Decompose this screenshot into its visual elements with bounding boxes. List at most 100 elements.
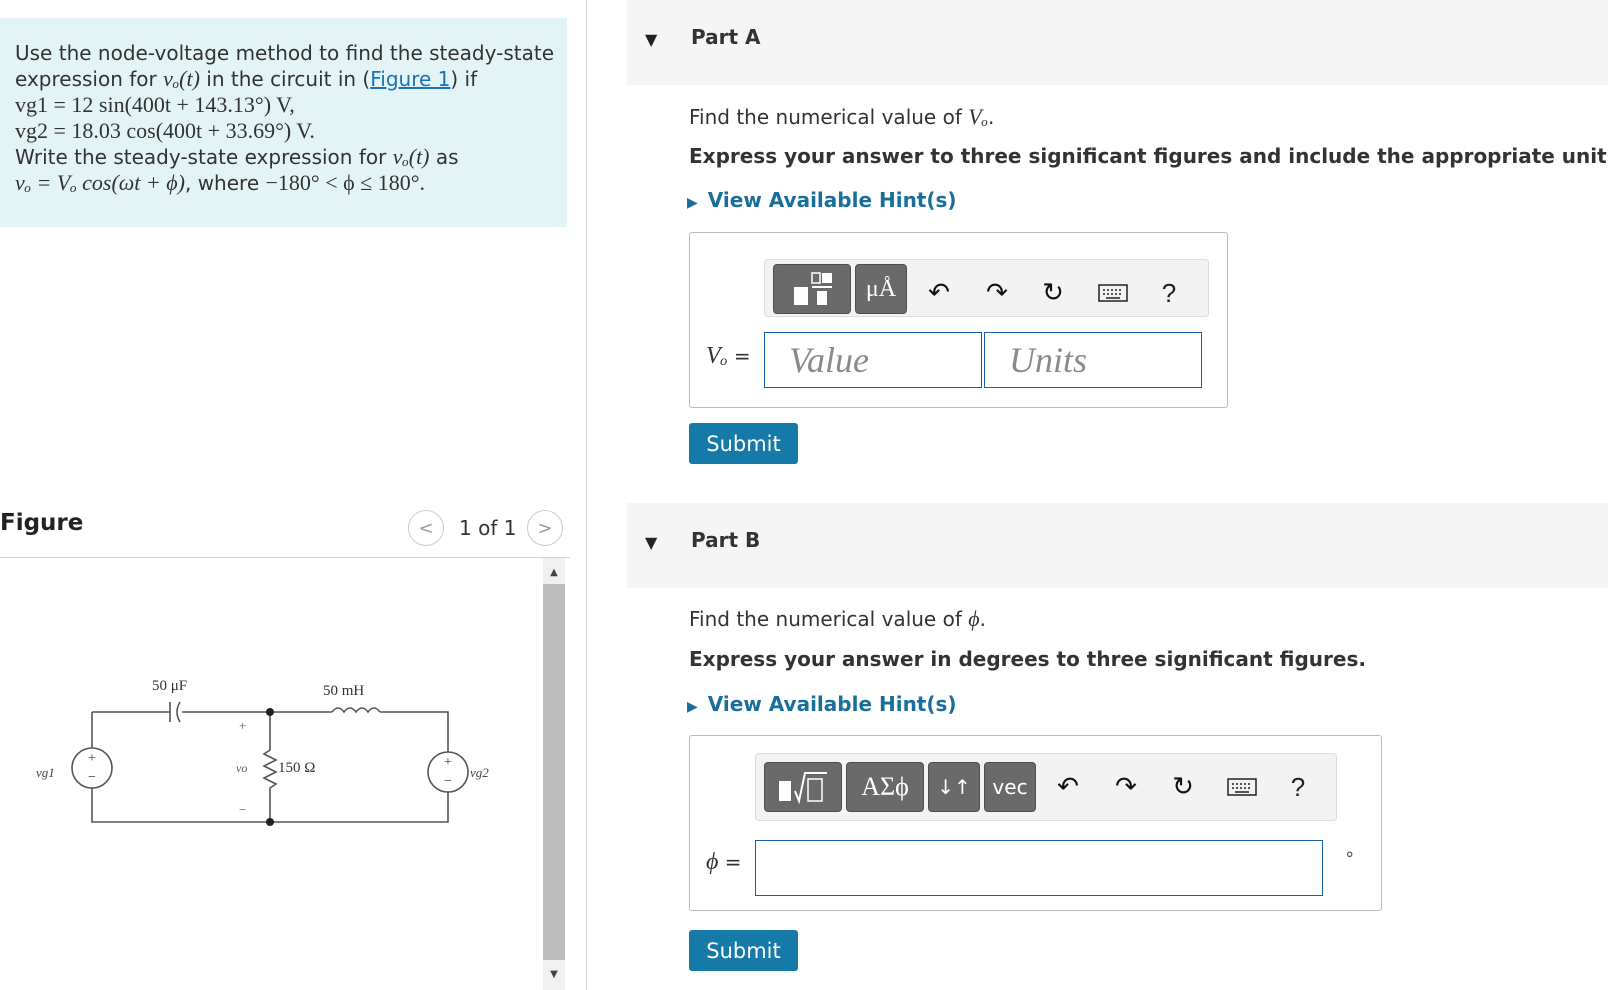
part-b-question-pre: Find the numerical value of [689, 607, 969, 631]
source2-minus: − [444, 774, 452, 789]
phi-range-math: −180° < ϕ ≤ 180°. [265, 170, 426, 195]
vo-field-label: Vₒ = [706, 343, 751, 370]
resistor-label: 150 Ω [278, 760, 315, 776]
phi-field-label-eq: = [718, 850, 742, 874]
problem-line-5-pre: Write the steady-state expression for [15, 145, 393, 169]
part-a-toolbar: μÅ ↶ ↷ ↻ ? [764, 259, 1209, 317]
problem-line-4: vg2 = 18.03 cos(400t + 33.69°) V. [15, 118, 567, 144]
prev-figure-button[interactable]: < [408, 510, 444, 546]
figure-title: Figure [0, 510, 84, 536]
part-b-instruction: Express your answer in degrees to three … [689, 647, 1366, 671]
part-a-submit-button[interactable]: Submit [689, 423, 798, 464]
pane-divider [586, 0, 587, 990]
value-placeholder: Value [789, 340, 869, 380]
source2-label: vg2 [470, 765, 489, 780]
keyboard-icon[interactable] [1093, 270, 1133, 316]
caret-right-icon: ▶ [687, 195, 698, 211]
source2-plus: + [444, 755, 452, 770]
vec-button[interactable]: vec [984, 762, 1036, 812]
chevron-left-icon: < [418, 517, 434, 539]
part-a-answer-box: μÅ ↶ ↷ ↻ ? Vₒ = Value Units [689, 232, 1228, 408]
problem-line-2: expression for vₒ(t) in the circuit in (… [15, 66, 567, 92]
part-a-label: Part A [691, 25, 761, 49]
problem-line-5-post: as [429, 145, 459, 169]
part-a-header[interactable]: ▼ Part A [627, 0, 1608, 85]
part-b-hint-label: View Available Hint(s) [707, 692, 957, 716]
vo-field-label-math: Vₒ [706, 343, 728, 369]
vg2-expression: vg2 = 18.03 cos(400t + 33.69°) V. [15, 118, 315, 143]
degree-unit-suffix: ∘ [1344, 844, 1356, 865]
reset-icon[interactable]: ↻ [1033, 270, 1073, 316]
part-b-hint-link[interactable]: ▶ View Available Hint(s) [687, 692, 957, 716]
part-b-question: Find the numerical value of ϕ. [689, 606, 986, 632]
output-plus: + [239, 718, 246, 733]
undo-icon[interactable]: ↶ [1048, 764, 1088, 810]
figure-link[interactable]: Figure 1 [370, 67, 450, 91]
scroll-up-arrow-icon[interactable]: ▲ [543, 562, 565, 582]
part-a-question: Find the numerical value of Vₒ. [689, 104, 994, 130]
help-button[interactable]: ? [1149, 270, 1189, 316]
source1-label: vg1 [36, 765, 55, 780]
next-figure-button[interactable]: > [527, 510, 563, 546]
capacitor-label: 50 μF [152, 680, 187, 694]
problem-line-1: Use the node-voltage method to find the … [15, 41, 554, 65]
problem-line-2-pre: expression for [15, 67, 164, 91]
part-b-label: Part B [691, 528, 761, 552]
collapse-caret-icon[interactable]: ▼ [645, 30, 657, 49]
part-b-submit-button[interactable]: Submit [689, 930, 798, 971]
chevron-right-icon: > [537, 517, 553, 539]
caret-right-icon: ▶ [687, 699, 698, 715]
vo-field-label-eq: = [727, 344, 751, 368]
part-b-question-math: ϕ [968, 606, 980, 631]
vo-form-math: vₒ = Vₒ cos(ωt + ϕ) [15, 170, 185, 195]
problem-line-6-text: , where [184, 171, 266, 195]
phi-field-label: ϕ = [706, 849, 742, 876]
arrows-button[interactable]: ↓↑ [928, 762, 980, 812]
source1-minus: − [88, 770, 96, 785]
vg1-expression: vg1 = 12 sin(400t + 143.13°) V, [15, 92, 295, 117]
figure-scrollbar-thumb[interactable] [543, 584, 565, 960]
part-a-instruction: Express your answer to three significant… [689, 144, 1608, 168]
problem-line-2-mid: in the circuit in ( [199, 67, 371, 91]
vo-t-math-2: vₒ(t) [392, 144, 430, 169]
output-minus: − [239, 802, 246, 817]
part-b-question-post: . [979, 607, 986, 631]
collapse-caret-icon[interactable]: ▼ [645, 533, 657, 552]
source1-plus: + [88, 751, 96, 766]
phi-input[interactable] [755, 840, 1323, 896]
units-placeholder: Units [1009, 340, 1088, 380]
greek-button[interactable]: ΑΣϕ [846, 762, 924, 812]
help-button[interactable]: ? [1278, 764, 1318, 810]
figure-divider [0, 557, 570, 558]
part-b-header[interactable]: ▼ Part B [627, 503, 1608, 588]
circuit-diagram: + − + − vg1 vg2 50 μF 50 mH 150 Ω vo + − [36, 680, 489, 826]
template-sqrt-icon[interactable] [764, 762, 842, 812]
problem-line-6: vₒ = Vₒ cos(ωt + ϕ), where −180° < ϕ ≤ 1… [15, 170, 567, 196]
units-button[interactable]: μÅ [855, 264, 907, 314]
figure-pager-count: 1 of 1 [459, 516, 517, 540]
undo-icon[interactable]: ↶ [919, 270, 959, 316]
problem-line-3: vg1 = 12 sin(400t + 143.13°) V, [15, 92, 567, 118]
part-a-question-pre: Find the numerical value of [689, 105, 969, 129]
problem-line-5: Write the steady-state expression for vₒ… [15, 144, 567, 170]
units-input[interactable]: Units [984, 332, 1202, 388]
part-a-question-math: Vₒ [968, 104, 988, 129]
redo-icon[interactable]: ↷ [1106, 764, 1146, 810]
problem-statement: Use the node-voltage method to find the … [0, 18, 567, 227]
value-input[interactable]: Value [764, 332, 982, 388]
template-icon[interactable] [773, 264, 851, 314]
reset-icon[interactable]: ↻ [1163, 764, 1203, 810]
part-a-question-post: . [987, 105, 995, 129]
vo-t-math: vₒ(t) [163, 66, 200, 91]
keyboard-icon[interactable] [1222, 764, 1262, 810]
part-a-hint-label: View Available Hint(s) [707, 188, 957, 212]
part-a-hint-link[interactable]: ▶ View Available Hint(s) [687, 188, 957, 212]
output-label: vo [236, 761, 247, 775]
phi-field-label-math: ϕ [706, 849, 719, 875]
part-b-toolbar: ΑΣϕ ↓↑ vec ↶ ↷ ↻ ? [755, 753, 1337, 821]
inductor-label: 50 mH [323, 683, 364, 699]
redo-icon[interactable]: ↷ [977, 270, 1017, 316]
problem-line-2-post: ) if [450, 67, 478, 91]
scroll-down-arrow-icon[interactable]: ▼ [543, 964, 565, 984]
part-b-answer-box: ΑΣϕ ↓↑ vec ↶ ↷ ↻ ? ϕ = ∘ [689, 735, 1382, 911]
